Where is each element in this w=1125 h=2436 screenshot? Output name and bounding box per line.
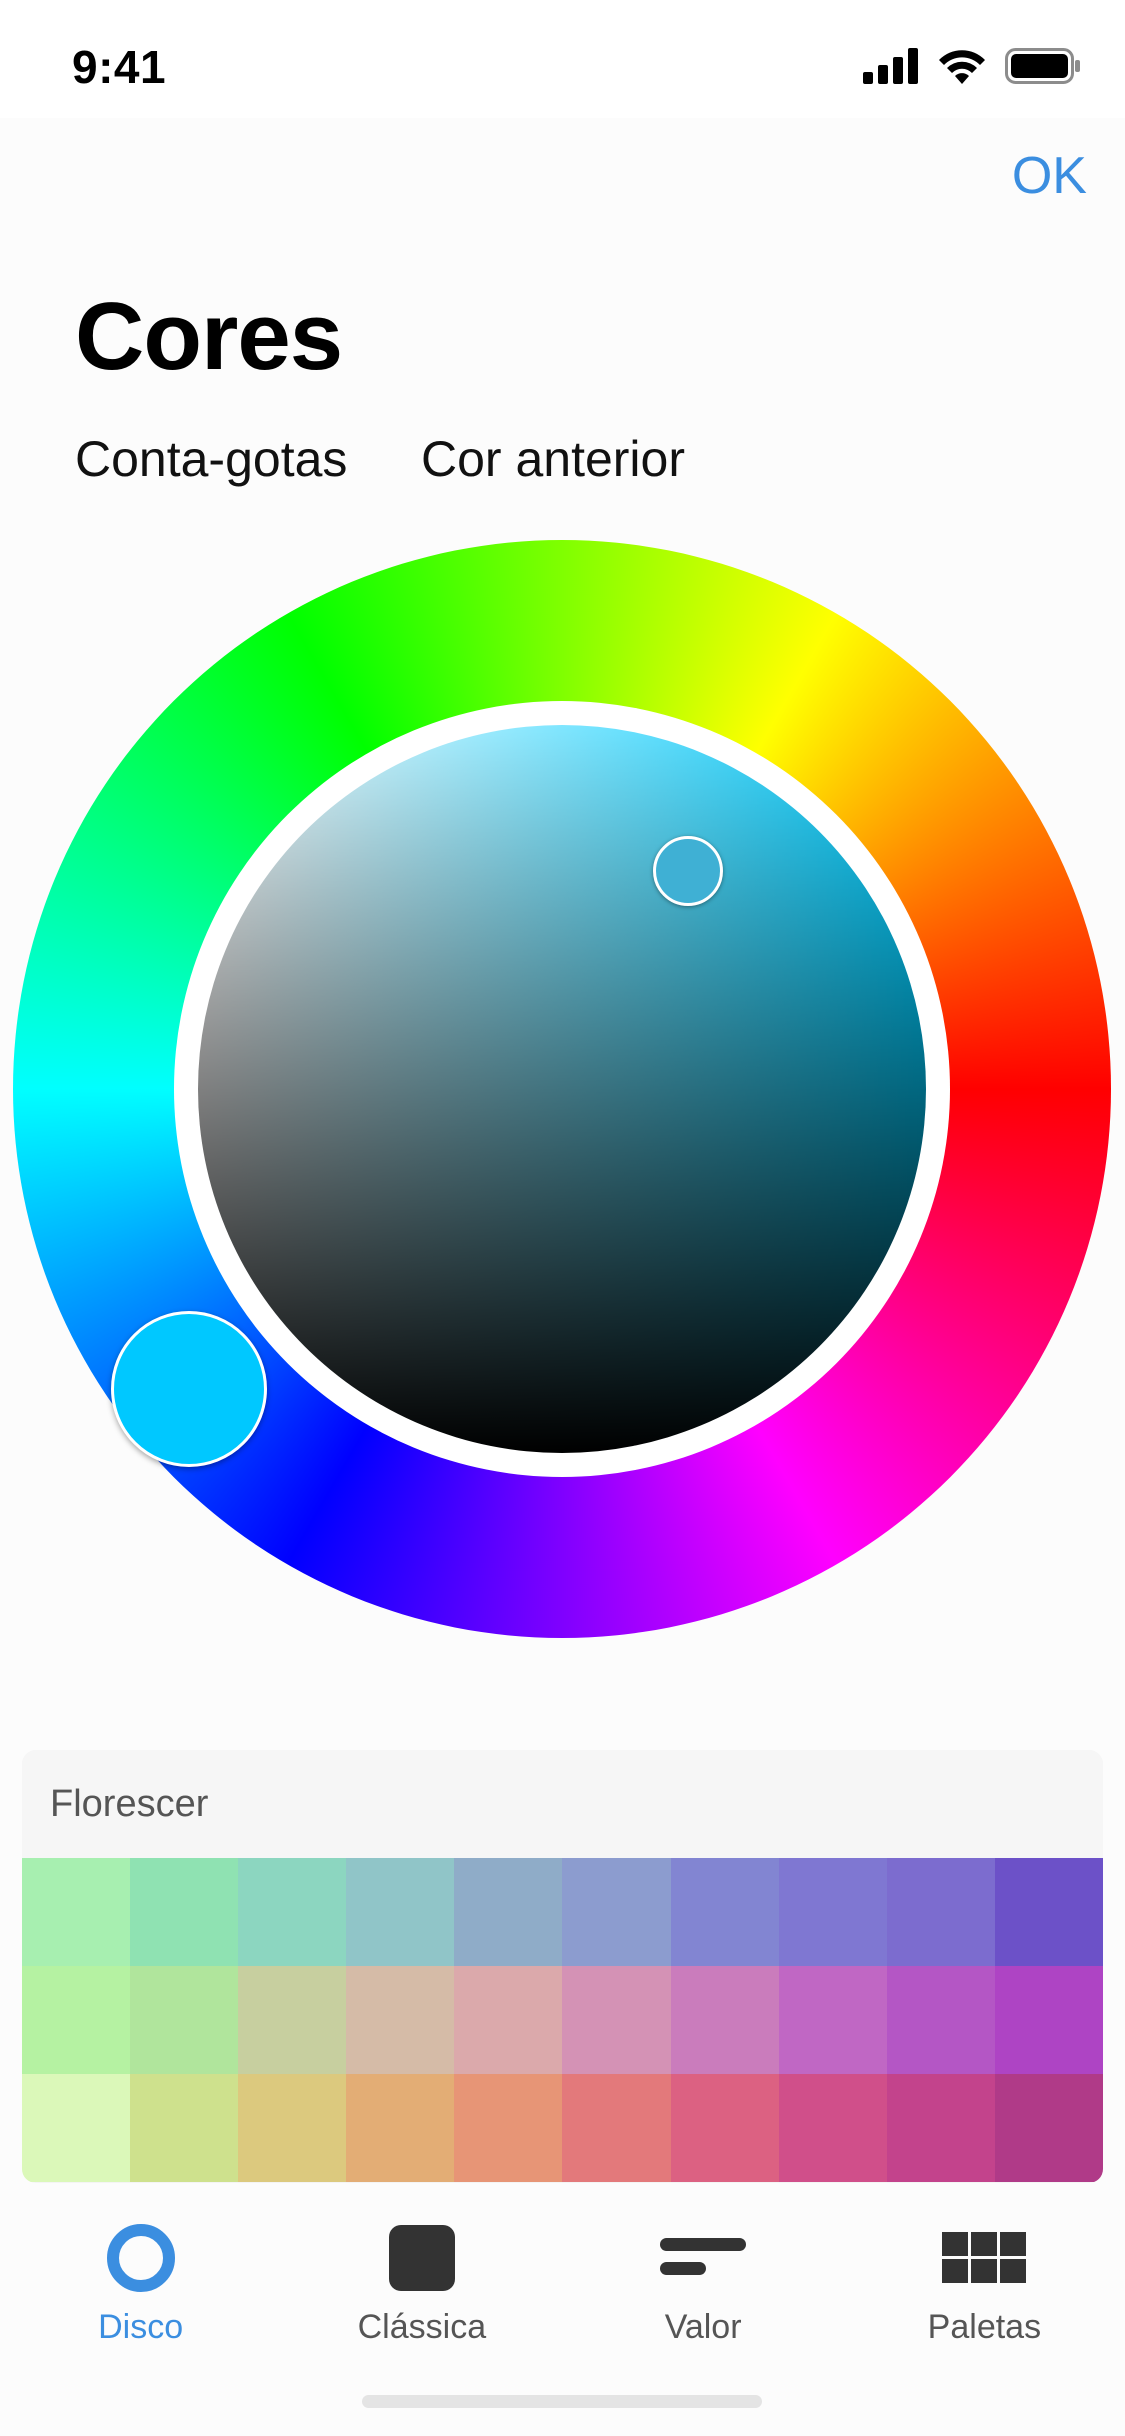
palette-swatch[interactable]: [346, 1966, 455, 2074]
palette-swatch[interactable]: [130, 1858, 239, 1966]
tab-paletas[interactable]: Paletas: [844, 2200, 1125, 2350]
tab-disco[interactable]: Disco: [0, 2200, 281, 2350]
palette-swatch[interactable]: [562, 1966, 671, 2074]
palette-panel: Florescer: [22, 1750, 1103, 2183]
ok-button[interactable]: OK: [1012, 146, 1087, 206]
palette-swatch[interactable]: [454, 1858, 563, 1966]
saturation-brightness-handle[interactable]: [653, 836, 723, 906]
palette-swatch[interactable]: [994, 2074, 1103, 2182]
tab-label: Disco: [98, 2308, 184, 2346]
status-icons: [863, 48, 1081, 84]
swatch-grid: [22, 1858, 1103, 2182]
palette-swatch[interactable]: [22, 1966, 131, 2074]
tab-bar: Disco Clássica Valor Paletas: [0, 2200, 1125, 2350]
palette-swatch[interactable]: [670, 1858, 779, 1966]
square-icon: [388, 2225, 455, 2291]
palette-swatch[interactable]: [454, 2074, 563, 2182]
palette-swatch[interactable]: [22, 2074, 131, 2182]
page-title: Cores: [75, 283, 343, 390]
palette-swatch[interactable]: [238, 1858, 347, 1966]
color-disc[interactable]: [13, 540, 1111, 1638]
palette-swatch[interactable]: [886, 1858, 995, 1966]
palette-swatch[interactable]: [994, 1858, 1103, 1966]
tab-classica[interactable]: Clássica: [281, 2200, 562, 2350]
saturation-brightness-disc[interactable]: [198, 725, 926, 1453]
palette-swatch[interactable]: [886, 2074, 995, 2182]
palette-swatch[interactable]: [22, 1858, 131, 1966]
battery-icon: [1005, 48, 1080, 84]
status-time: 9:41: [72, 41, 167, 93]
status-bar: 9:41: [0, 0, 1125, 132]
tab-valor[interactable]: Valor: [563, 2200, 844, 2350]
grid-icon: [942, 2232, 1027, 2283]
palette-swatch[interactable]: [238, 2074, 347, 2182]
home-indicator: [362, 2395, 762, 2408]
palette-swatch[interactable]: [778, 1966, 887, 2074]
palette-swatch[interactable]: [454, 1966, 563, 2074]
eyedropper-button[interactable]: Conta-gotas: [75, 430, 347, 488]
tab-label: Valor: [664, 2308, 742, 2346]
palette-swatch[interactable]: [778, 2074, 887, 2182]
palette-swatch[interactable]: [562, 1858, 671, 1966]
palette-swatch[interactable]: [562, 2074, 671, 2182]
palette-swatch[interactable]: [670, 1966, 779, 2074]
hue-handle[interactable]: [111, 1311, 267, 1467]
disc-icon: [106, 2224, 175, 2292]
sliders-icon: [660, 2238, 747, 2275]
palette-swatch[interactable]: [346, 2074, 455, 2182]
cellular-signal-icon: [863, 48, 918, 84]
palette-swatch[interactable]: [130, 1966, 239, 2074]
palette-swatch[interactable]: [670, 2074, 779, 2182]
palette-name: Florescer: [22, 1750, 1103, 1858]
previous-color-button[interactable]: Cor anterior: [421, 430, 685, 488]
palette-swatch[interactable]: [778, 1858, 887, 1966]
wifi-icon: [939, 50, 985, 84]
palette-swatch[interactable]: [994, 1966, 1103, 2074]
palette-swatch[interactable]: [130, 2074, 239, 2182]
palette-swatch[interactable]: [886, 1966, 995, 2074]
palette-swatch[interactable]: [238, 1966, 347, 2074]
tab-label: Clássica: [357, 2308, 487, 2346]
tab-label: Paletas: [927, 2308, 1042, 2346]
palette-swatch[interactable]: [346, 1858, 455, 1966]
